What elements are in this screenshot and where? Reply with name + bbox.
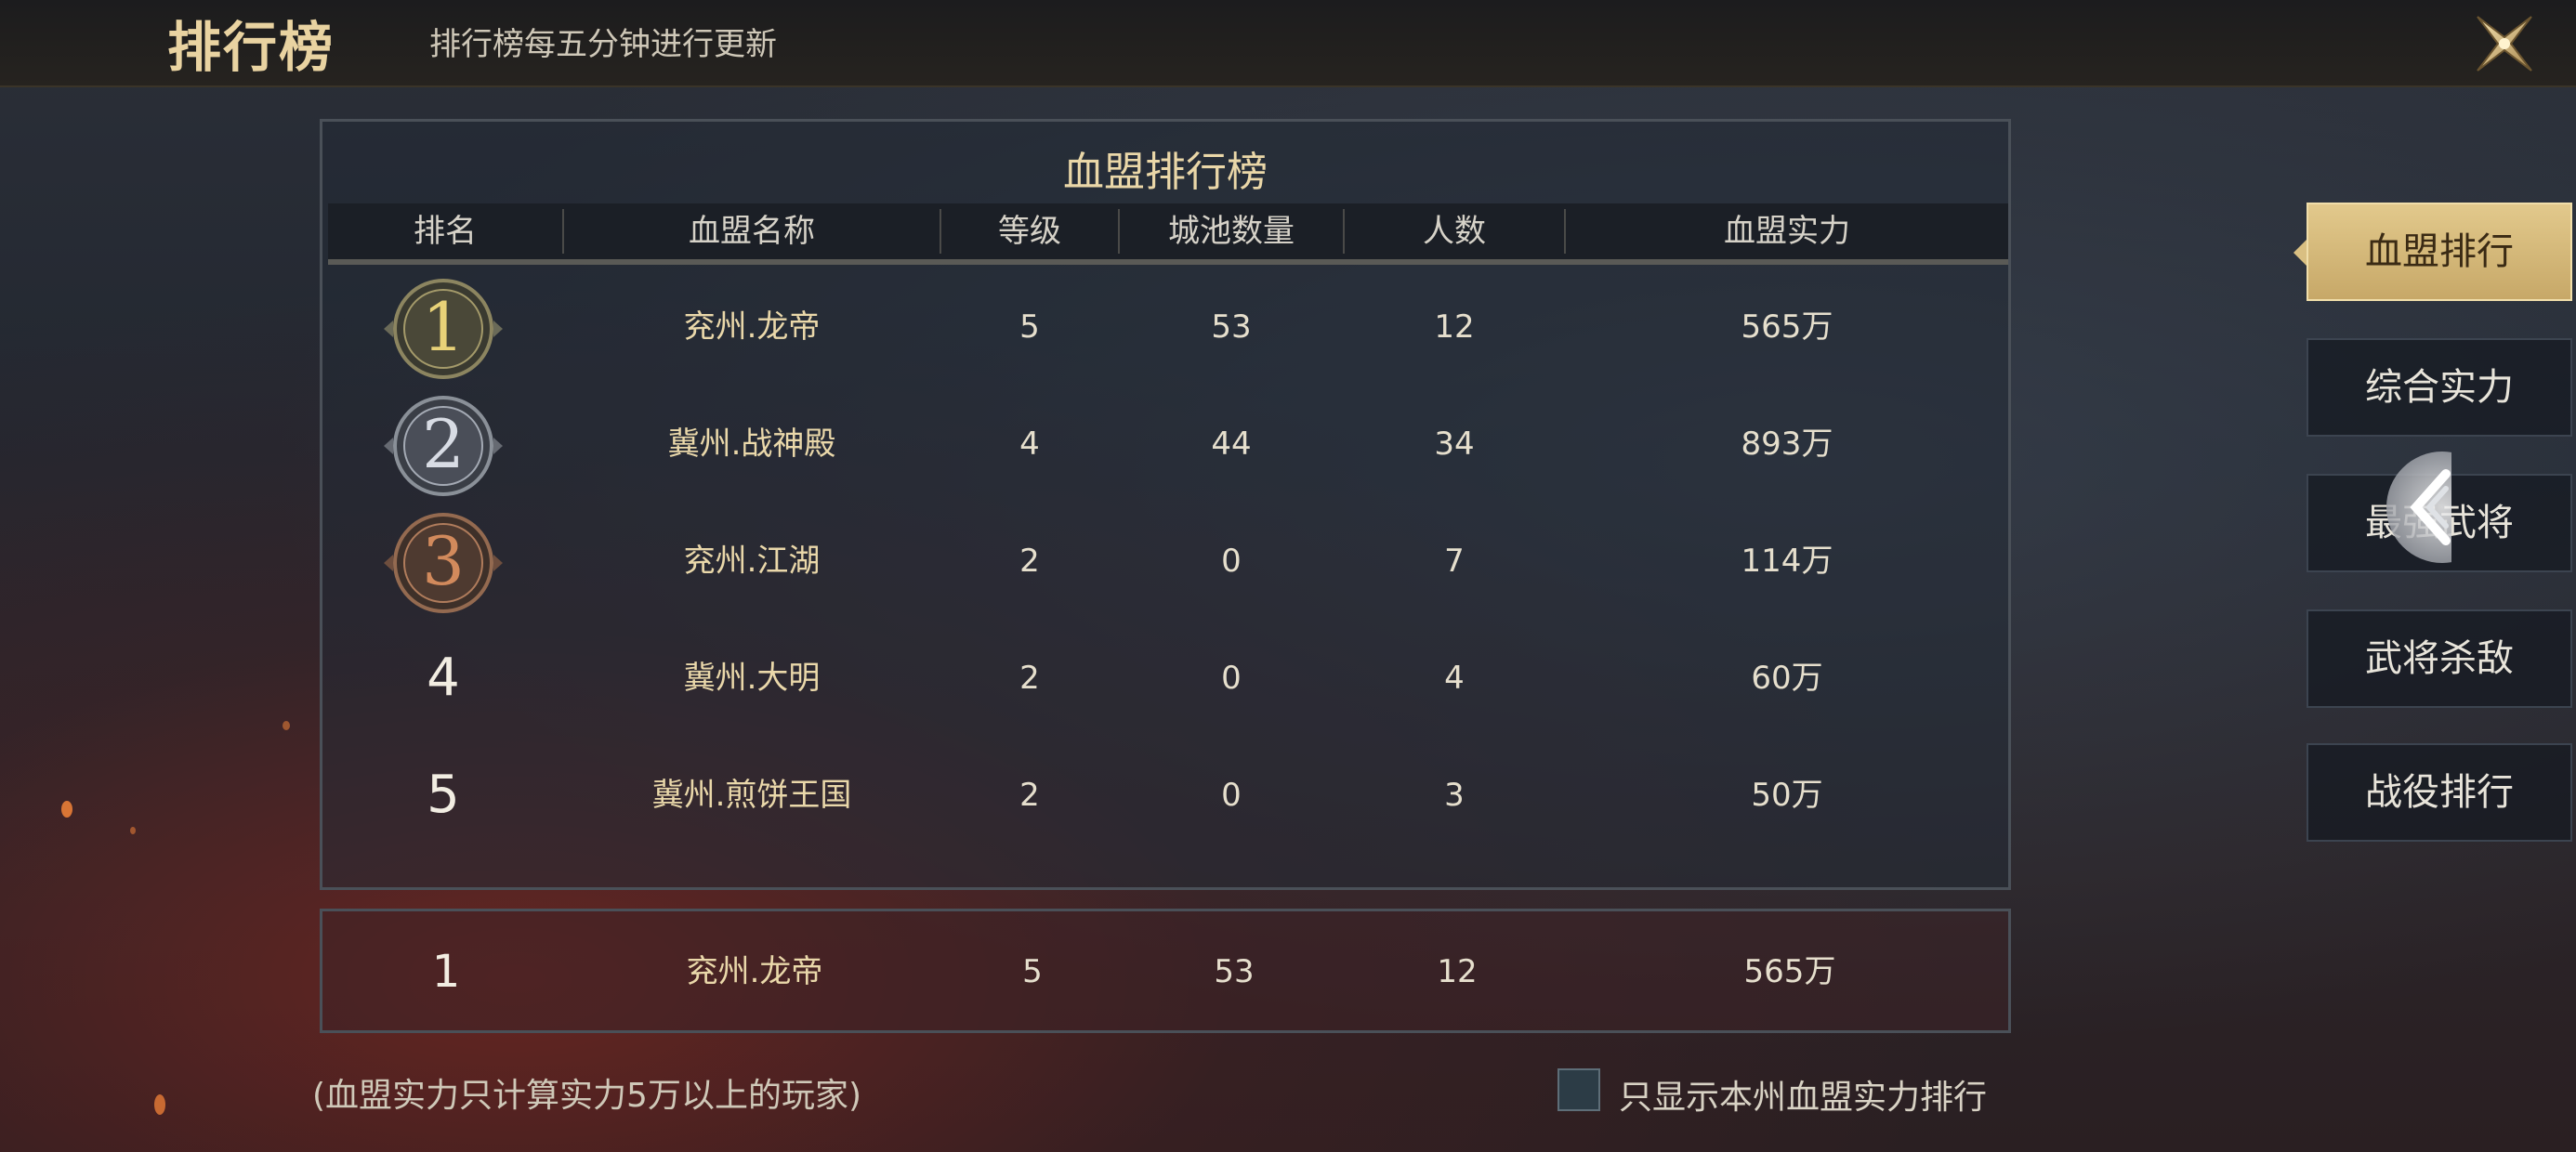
rank-medal-silver: 2 <box>378 395 508 497</box>
top-bar: 排行榜 排行榜每五分钟进行更新 <box>0 0 2576 87</box>
guild-name: 冀州.大明 <box>683 660 821 697</box>
table-row: 1 兖州.龙帝 5 53 12 565万 <box>331 913 2011 1030</box>
power-note: (血盟实力只计算实力5万以上的玩家) <box>312 1077 861 1115</box>
table-title: 血盟排行榜 <box>1063 149 1268 196</box>
guild-power: 60万 <box>1751 660 1823 697</box>
guild-level: 2 <box>1019 543 1040 580</box>
table-row[interactable]: 2 冀州.战神殿 4 44 34 893万 <box>328 386 2008 503</box>
guild-name: 兖州.龙帝 <box>683 308 821 346</box>
tab-overall-power[interactable]: 综合实力 <box>2307 338 2572 437</box>
guild-members: 34 <box>1434 425 1475 463</box>
rank-medal-bronze: 3 <box>378 512 508 614</box>
guild-cities: 0 <box>1221 777 1242 814</box>
guild-power: 50万 <box>1751 777 1823 814</box>
collapse-arrow-icon[interactable] <box>2385 450 2451 565</box>
my-guild-row: 1 兖州.龙帝 5 53 12 565万 <box>320 909 2011 1033</box>
guild-cities: 53 <box>1211 308 1252 346</box>
table-row[interactable]: 5 冀州.煎饼王国 2 0 3 50万 <box>328 737 2008 854</box>
guild-power: 893万 <box>1741 425 1833 463</box>
guild-name: 冀州.煎饼王国 <box>651 777 852 814</box>
my-guild-level: 5 <box>1022 953 1043 990</box>
svg-text:1: 1 <box>422 288 465 366</box>
table-header: 排名 血盟名称 等级 城池数量 人数 血盟实力 <box>328 203 2008 265</box>
ember-decoration <box>61 801 72 818</box>
page-title: 排行榜 <box>167 16 335 79</box>
ember-decoration <box>130 827 136 834</box>
my-guild-cities: 53 <box>1214 953 1255 990</box>
guild-power: 565万 <box>1741 308 1833 346</box>
col-level: 等级 <box>998 213 1061 250</box>
ranking-table-panel: 血盟排行榜 排名 血盟名称 等级 城池数量 人数 血盟实力 1 兖州.龙帝 5 … <box>320 119 2011 890</box>
col-rank: 排名 <box>414 213 477 250</box>
table-row[interactable]: 4 冀州.大明 2 0 4 60万 <box>328 620 2008 737</box>
col-cities: 城池数量 <box>1168 213 1295 250</box>
guild-cities: 44 <box>1211 425 1252 463</box>
tab-guild-ranking[interactable]: 血盟排行 <box>2307 203 2572 301</box>
ember-decoration <box>154 1094 165 1115</box>
guild-members: 12 <box>1434 308 1475 346</box>
guild-level: 4 <box>1019 425 1040 463</box>
my-guild-name: 兖州.龙帝 <box>686 953 823 990</box>
guild-name: 冀州.战神殿 <box>667 425 836 463</box>
guild-members: 3 <box>1444 777 1465 814</box>
rank-medal-gold: 1 <box>378 278 508 380</box>
my-guild-power: 565万 <box>1743 953 1836 990</box>
close-icon[interactable] <box>2472 11 2537 76</box>
svg-text:3: 3 <box>422 522 465 600</box>
local-only-checkbox[interactable] <box>1557 1068 1600 1111</box>
ember-decoration <box>283 721 290 730</box>
local-only-label[interactable]: 只显示本州血盟实力排行 <box>1619 1070 1987 1119</box>
svg-text:2: 2 <box>422 405 465 483</box>
tab-general-kills[interactable]: 武将杀敌 <box>2307 609 2572 708</box>
guild-power: 114万 <box>1741 543 1833 580</box>
guild-name: 兖州.江湖 <box>683 543 821 580</box>
col-members: 人数 <box>1423 213 1486 250</box>
col-power: 血盟实力 <box>1724 213 1850 250</box>
table-row[interactable]: 3 兖州.江湖 2 0 7 114万 <box>328 503 2008 620</box>
update-notice: 排行榜每五分钟进行更新 <box>429 26 777 63</box>
my-rank-number: 1 <box>431 946 461 998</box>
guild-cities: 0 <box>1221 660 1242 697</box>
tab-battle-ranking[interactable]: 战役排行 <box>2307 743 2572 842</box>
rank-number: 5 <box>427 765 460 825</box>
guild-members: 7 <box>1444 543 1465 580</box>
col-name: 血盟名称 <box>689 213 815 250</box>
rank-number: 4 <box>427 648 460 708</box>
guild-level: 2 <box>1019 777 1040 814</box>
table-row[interactable]: 1 兖州.龙帝 5 53 12 565万 <box>328 268 2008 386</box>
guild-level: 5 <box>1019 308 1040 346</box>
guild-level: 2 <box>1019 660 1040 697</box>
guild-cities: 0 <box>1221 543 1242 580</box>
my-guild-members: 12 <box>1437 953 1478 990</box>
guild-members: 4 <box>1444 660 1465 697</box>
